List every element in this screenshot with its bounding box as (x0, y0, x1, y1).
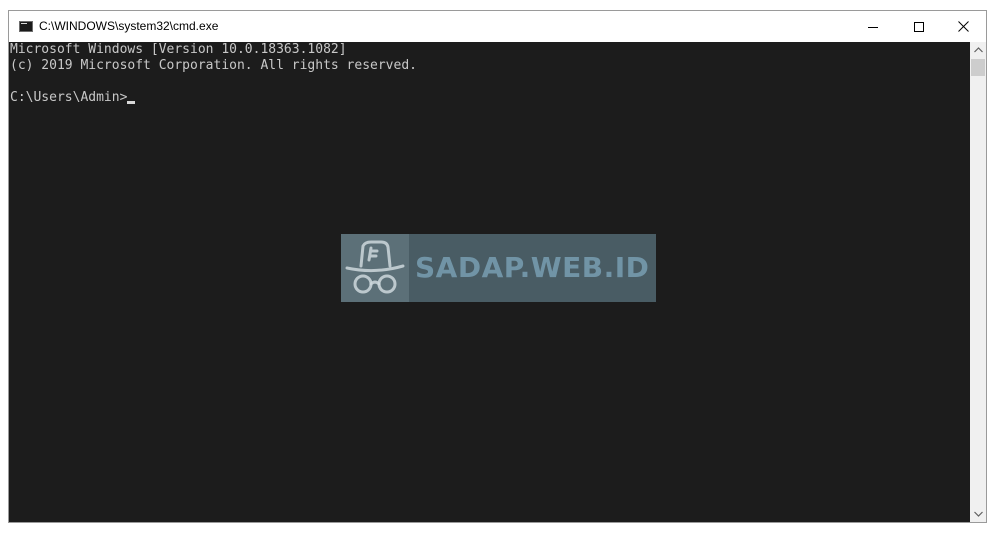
close-button[interactable] (940, 11, 986, 42)
minimize-button[interactable] (850, 11, 896, 42)
title-bar[interactable]: C:\WINDOWS\system32\cmd.exe (9, 11, 986, 42)
cmd-icon[interactable] (19, 21, 33, 32)
watermark: SADAP.WEB.ID (341, 234, 656, 302)
console-output[interactable]: Microsoft Windows [Version 10.0.18363.10… (9, 42, 970, 522)
prompt-line[interactable]: C:\Users\Admin> (10, 90, 136, 106)
window-title: C:\WINDOWS\system32\cmd.exe (39, 19, 219, 33)
cmd-window: C:\WINDOWS\system32\cmd.exe Microsoft Wi… (8, 10, 987, 523)
text-cursor (127, 101, 136, 104)
minimize-icon (868, 26, 878, 28)
scroll-down-button[interactable] (970, 506, 986, 522)
watermark-text: SADAP.WEB.ID (415, 251, 650, 284)
maximize-icon (914, 21, 924, 32)
hat-glasses-icon (341, 234, 409, 302)
close-icon (957, 21, 969, 32)
command-prompt: C:\Users\Admin> (10, 90, 128, 105)
chevron-up-icon (973, 47, 983, 53)
copyright-line: (c) 2019 Microsoft Corporation. All righ… (10, 58, 417, 73)
vertical-scrollbar[interactable] (970, 42, 986, 522)
chevron-down-icon (973, 511, 983, 517)
scroll-up-button[interactable] (970, 42, 986, 58)
maximize-button[interactable] (896, 11, 942, 42)
scroll-thumb[interactable] (971, 59, 985, 76)
version-line: Microsoft Windows [Version 10.0.18363.10… (10, 42, 347, 57)
